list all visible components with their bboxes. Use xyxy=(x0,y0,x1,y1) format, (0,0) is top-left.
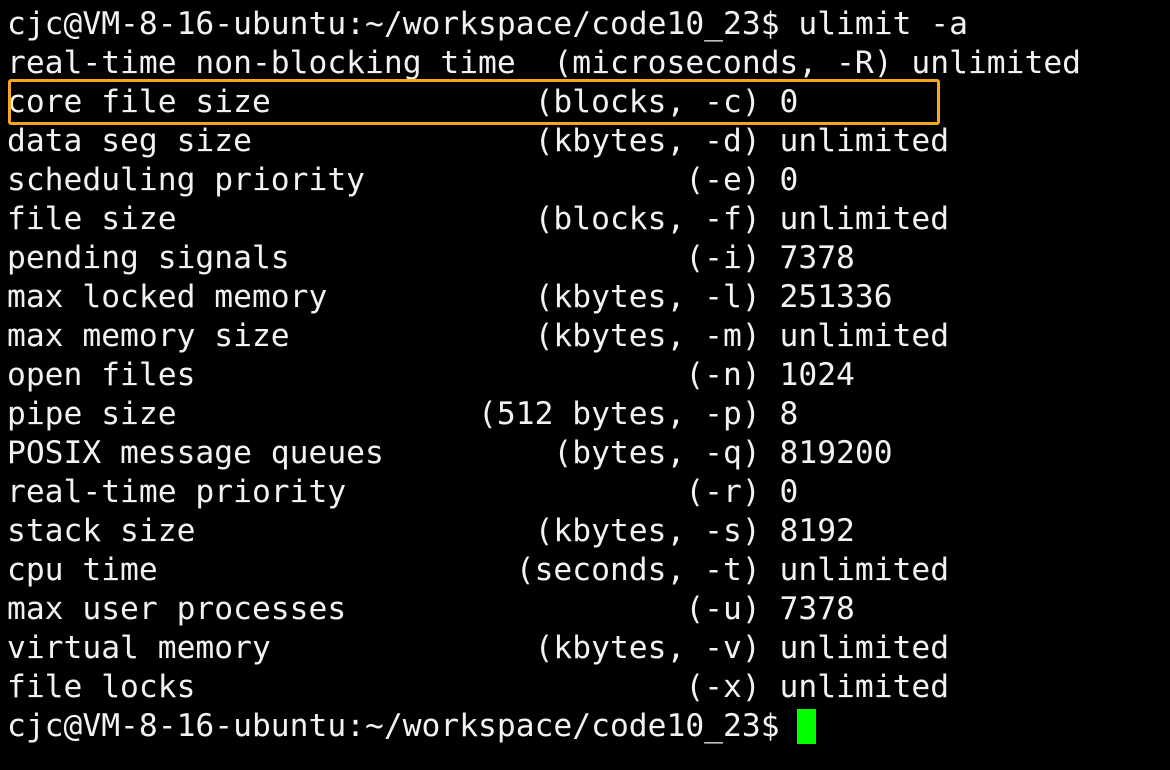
output-line-realtime-nonblocking: real-time non-blocking time (microsecond… xyxy=(7,45,1082,81)
terminal-window[interactable]: cjc@VM-8-16-ubuntu:~/workspace/code10_23… xyxy=(0,0,1170,770)
output-line-max-locked-memory: max locked memory (kbytes, -l) 251336 xyxy=(7,279,893,315)
output-line-file-size: file size (blocks, -f) unlimited xyxy=(7,201,950,237)
output-line-virtual-memory: virtual memory (kbytes, -v) unlimited xyxy=(7,630,950,666)
output-line-data-seg-size: data seg size (kbytes, -d) unlimited xyxy=(7,123,950,159)
output-line-posix-message-queues: POSIX message queues (bytes, -q) 819200 xyxy=(7,435,893,471)
output-line-pending-signals: pending signals (-i) 7378 xyxy=(7,240,855,276)
output-line-pipe-size: pipe size (512 bytes, -p) 8 xyxy=(7,396,799,432)
output-line-max-memory-size: max memory size (kbytes, -m) unlimited xyxy=(7,318,950,354)
output-line-file-locks: file locks (-x) unlimited xyxy=(7,669,950,705)
terminal-output: cjc@VM-8-16-ubuntu:~/workspace/code10_23… xyxy=(7,5,1081,746)
command-line: cjc@VM-8-16-ubuntu:~/workspace/code10_23… xyxy=(7,6,968,42)
output-line-stack-size: stack size (kbytes, -s) 8192 xyxy=(7,513,855,549)
output-line-scheduling-priority: scheduling priority (-e) 0 xyxy=(7,162,799,198)
shell-prompt: cjc@VM-8-16-ubuntu:~/workspace/code10_23… xyxy=(7,708,780,744)
output-line-core-file-size: core file size (blocks, -c) 0 xyxy=(7,84,799,120)
prompt-line[interactable]: cjc@VM-8-16-ubuntu:~/workspace/code10_23… xyxy=(7,707,1081,746)
output-line-cpu-time: cpu time (seconds, -t) unlimited xyxy=(7,552,950,588)
output-line-max-user-processes: max user processes (-u) 7378 xyxy=(7,591,855,627)
output-line-realtime-priority: real-time priority (-r) 0 xyxy=(7,474,799,510)
output-line-open-files: open files (-n) 1024 xyxy=(7,357,855,393)
terminal-cursor xyxy=(796,709,816,744)
